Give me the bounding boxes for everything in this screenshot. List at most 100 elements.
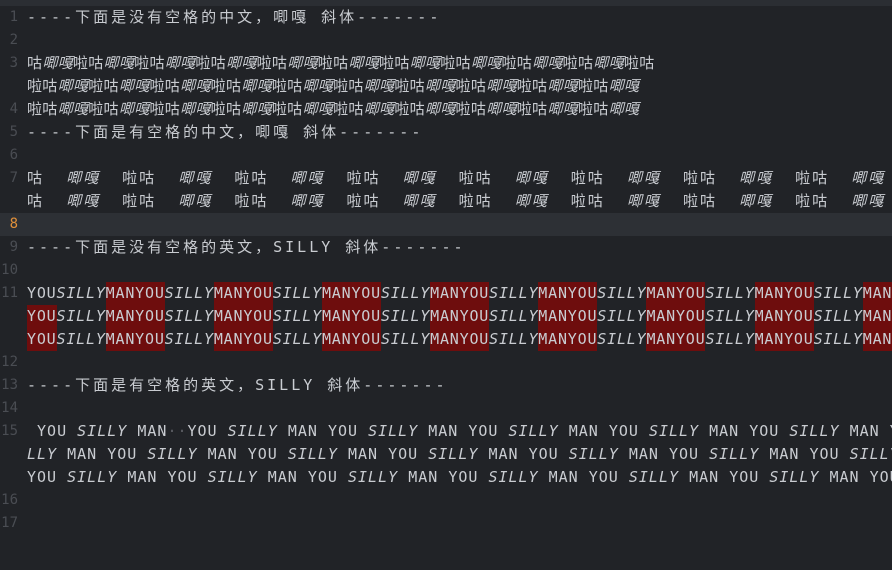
token: 啦咕 — [234, 192, 269, 210]
token: 唧嘎 — [302, 100, 334, 118]
token: 唧嘎 — [103, 54, 135, 72]
token: 啦咕 — [333, 100, 364, 118]
editor-row[interactable]: 7咕 唧嘎 啦咕 唧嘎 啦咕 唧嘎 啦咕 唧嘎 啦咕 唧嘎 啦咕 唧嘎 啦咕 唧… — [0, 167, 892, 190]
token: YOU — [37, 422, 68, 440]
token: SILLY — [488, 468, 539, 486]
token: 啦咕 — [149, 100, 181, 118]
token: 啦咕 — [577, 77, 609, 95]
editor-row[interactable]: YOUSILLYMANYOUSILLYMANYOUSILLYMANYOUSILL… — [0, 305, 892, 328]
code-text: YOU SILLY MAN YOU SILLY MAN YOU SILLY MA… — [27, 466, 892, 489]
token: YOU — [187, 422, 218, 440]
token: 唧嘎 — [402, 169, 437, 187]
token: MAN — [430, 305, 460, 328]
line-number: 5 — [9, 124, 18, 140]
line-number: 17 — [1, 515, 18, 531]
token: YOU — [448, 468, 479, 486]
token: ----下面是没有空格的英文，SILLY 斜体------- — [27, 238, 466, 256]
token: SILLY — [287, 445, 338, 463]
editor-row[interactable]: 9 ----下面是没有空格的英文，SILLY 斜体------- — [0, 236, 892, 259]
token: 唧嘎 — [57, 100, 89, 118]
editor-row[interactable]: 17 — [0, 512, 892, 535]
line-number: 13 — [1, 377, 18, 393]
editor-row[interactable]: 3 咕唧嘎啦咕唧嘎啦咕唧嘎啦咕唧嘎啦咕唧嘎啦咕唧嘎啦咕唧嘎啦咕唧嘎啦咕唧嘎啦咕唧嘎… — [0, 52, 892, 75]
token: YOU — [243, 305, 273, 328]
token: SILLY — [489, 307, 539, 325]
code-text: 咕 唧嘎 啦咕 唧嘎 啦咕 唧嘎 啦咕 唧嘎 啦咕 唧嘎 啦咕 唧嘎 啦咕 唧嘎… — [27, 167, 892, 190]
token: YOU — [608, 422, 639, 440]
token: 唧嘎 — [424, 77, 456, 95]
code-text: 咕 唧嘎 啦咕 唧嘎 啦咕 唧嘎 啦咕 唧嘎 啦咕 唧嘎 啦咕 唧嘎 啦咕 唧嘎… — [27, 190, 892, 213]
editor-row[interactable]: 14 — [0, 397, 892, 420]
token: MAN — [287, 422, 318, 440]
token: YOU — [749, 422, 780, 440]
editor-row[interactable]: YOU SILLY MAN YOU SILLY MAN YOU SILLY MA… — [0, 466, 892, 489]
token: MAN — [213, 282, 244, 305]
token: SILLY — [56, 284, 106, 302]
token: 唧嘎 — [608, 100, 640, 118]
token: SILLY — [380, 284, 431, 302]
token: 唧嘎 — [302, 77, 334, 95]
token: MAN — [538, 328, 568, 351]
token: MAN — [646, 282, 676, 305]
line-number: 6 — [9, 147, 18, 163]
editor-row[interactable]: 1 ----下面是没有空格的中文，唧嘎 斜体------- — [0, 6, 892, 29]
token: SILLY — [207, 468, 258, 486]
token: YOU — [459, 282, 490, 305]
token: YOU — [869, 468, 892, 486]
editor-row[interactable]: 咕 唧嘎 啦咕 唧嘎 啦咕 唧嘎 啦咕 唧嘎 啦咕 唧嘎 啦咕 唧嘎 啦咕 唧嘎… — [0, 190, 892, 213]
token: SILLY — [368, 422, 419, 440]
editor-row[interactable]: 5 ----下面是有空格的中文，唧嘎 斜体------- — [0, 121, 892, 144]
token: MAN — [67, 445, 98, 463]
editor-row[interactable]: YOUSILLYMANYOUSILLYMANYOUSILLYMANYOUSILL… — [0, 328, 892, 351]
token: 唧嘎 — [532, 54, 563, 72]
token: YOU — [27, 305, 57, 328]
editor-row[interactable]: 4 啦咕唧嘎啦咕唧嘎啦咕唧嘎啦咕唧嘎啦咕唧嘎啦咕唧嘎啦咕唧嘎啦咕唧嘎啦咕唧嘎啦咕唧… — [0, 98, 892, 121]
token: 唧嘎 — [626, 192, 661, 210]
token: MAN — [428, 422, 459, 440]
editor-row[interactable]: 13 ----下面是有空格的英文，SILLY 斜体------- — [0, 374, 892, 397]
token: 唧嘎 — [547, 77, 578, 95]
token: YOU — [784, 305, 814, 328]
line-number — [0, 466, 18, 489]
token: ----下面是没有空格的中文，唧嘎 斜体------- — [27, 8, 442, 26]
token: SILLY — [56, 307, 106, 325]
token: 唧嘎 — [363, 100, 395, 118]
token: 啦咕 — [682, 169, 717, 187]
token: 啦咕 — [458, 192, 493, 210]
editor-row[interactable]: 10 — [0, 259, 892, 282]
token: 啦咕 — [234, 169, 269, 187]
editor-row[interactable]: 16 — [0, 489, 892, 512]
token: LLY — [27, 445, 58, 463]
token: SILLY — [272, 307, 322, 325]
token: SILLY — [705, 284, 755, 302]
token: YOU — [675, 305, 706, 328]
token: 唧嘎 — [57, 77, 89, 95]
token: 唧嘎 — [547, 100, 578, 118]
editor-row[interactable]: 12 — [0, 351, 892, 374]
editor-row[interactable]: 啦咕唧嘎啦咕唧嘎啦咕唧嘎啦咕唧嘎啦咕唧嘎啦咕唧嘎啦咕唧嘎啦咕唧嘎啦咕唧嘎啦咕唧嘎 — [0, 75, 892, 98]
editor-row[interactable]: 2 — [0, 29, 892, 52]
line-number: 11 — [1, 285, 18, 301]
code-text: YOU SILLY MAN··YOU SILLY MAN YOU SILLY M… — [27, 420, 892, 443]
token: MAN — [430, 282, 460, 305]
code-editor[interactable]: 1 ----下面是没有空格的中文，唧嘎 斜体------- 2 3 咕唧嘎啦咕唧嘎啦咕唧… — [0, 6, 892, 570]
token: SILLY — [380, 330, 431, 348]
editor-row[interactable]: 11 YOUSILLYMANYOUSILLYMANYOUSILLYMANYOUSI… — [0, 282, 892, 305]
token: 啦咕 — [795, 192, 830, 210]
token: MAN — [646, 305, 676, 328]
editor-row[interactable]: 6 — [0, 144, 892, 167]
current-line[interactable]: 8 — [0, 213, 892, 236]
token: YOU — [247, 445, 278, 463]
token: SILLY — [272, 330, 322, 348]
token: 唧嘎 — [180, 77, 211, 95]
editor-row[interactable]: 15 YOU SILLY MAN··YOU SILLY MAN YOU SILL… — [0, 420, 892, 443]
token: 啦咕 — [346, 192, 381, 210]
line-number: 16 — [1, 492, 18, 508]
token: 啦咕 — [394, 77, 425, 95]
token: MAN — [754, 328, 785, 351]
token: YOU — [567, 328, 598, 351]
token: MAN — [769, 445, 800, 463]
token: MAN — [548, 468, 579, 486]
editor-row[interactable]: LLY MAN YOU SILLY MAN YOU SILLY MAN YOU … — [0, 443, 892, 466]
token: 啦咕 — [455, 77, 487, 95]
